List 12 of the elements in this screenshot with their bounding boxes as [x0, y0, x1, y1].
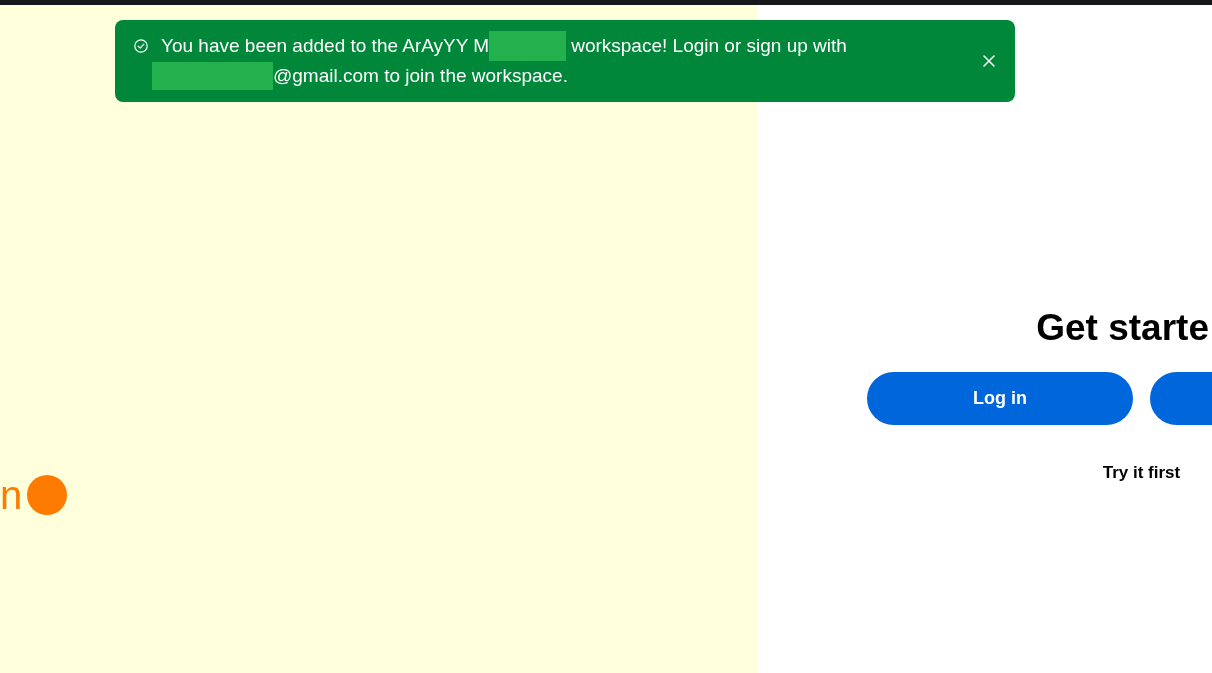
try-link[interactable]: Try it first [1102, 462, 1181, 484]
hero-text: n [0, 472, 23, 519]
close-button[interactable] [983, 55, 995, 67]
close-icon [983, 55, 995, 67]
notification-text: You have been added to the ArAyYY M [161, 34, 490, 58]
dot-icon [27, 475, 68, 515]
page-heading: Get starte [1036, 306, 1210, 350]
notification-text: workspace! Login or sign up with [571, 34, 847, 58]
notification-text: @gmail.com to join the workspace. [273, 64, 568, 88]
login-button[interactable]: Log in [867, 372, 1133, 425]
check-circle-icon [134, 39, 148, 53]
pill-button[interactable] [1150, 372, 1212, 425]
